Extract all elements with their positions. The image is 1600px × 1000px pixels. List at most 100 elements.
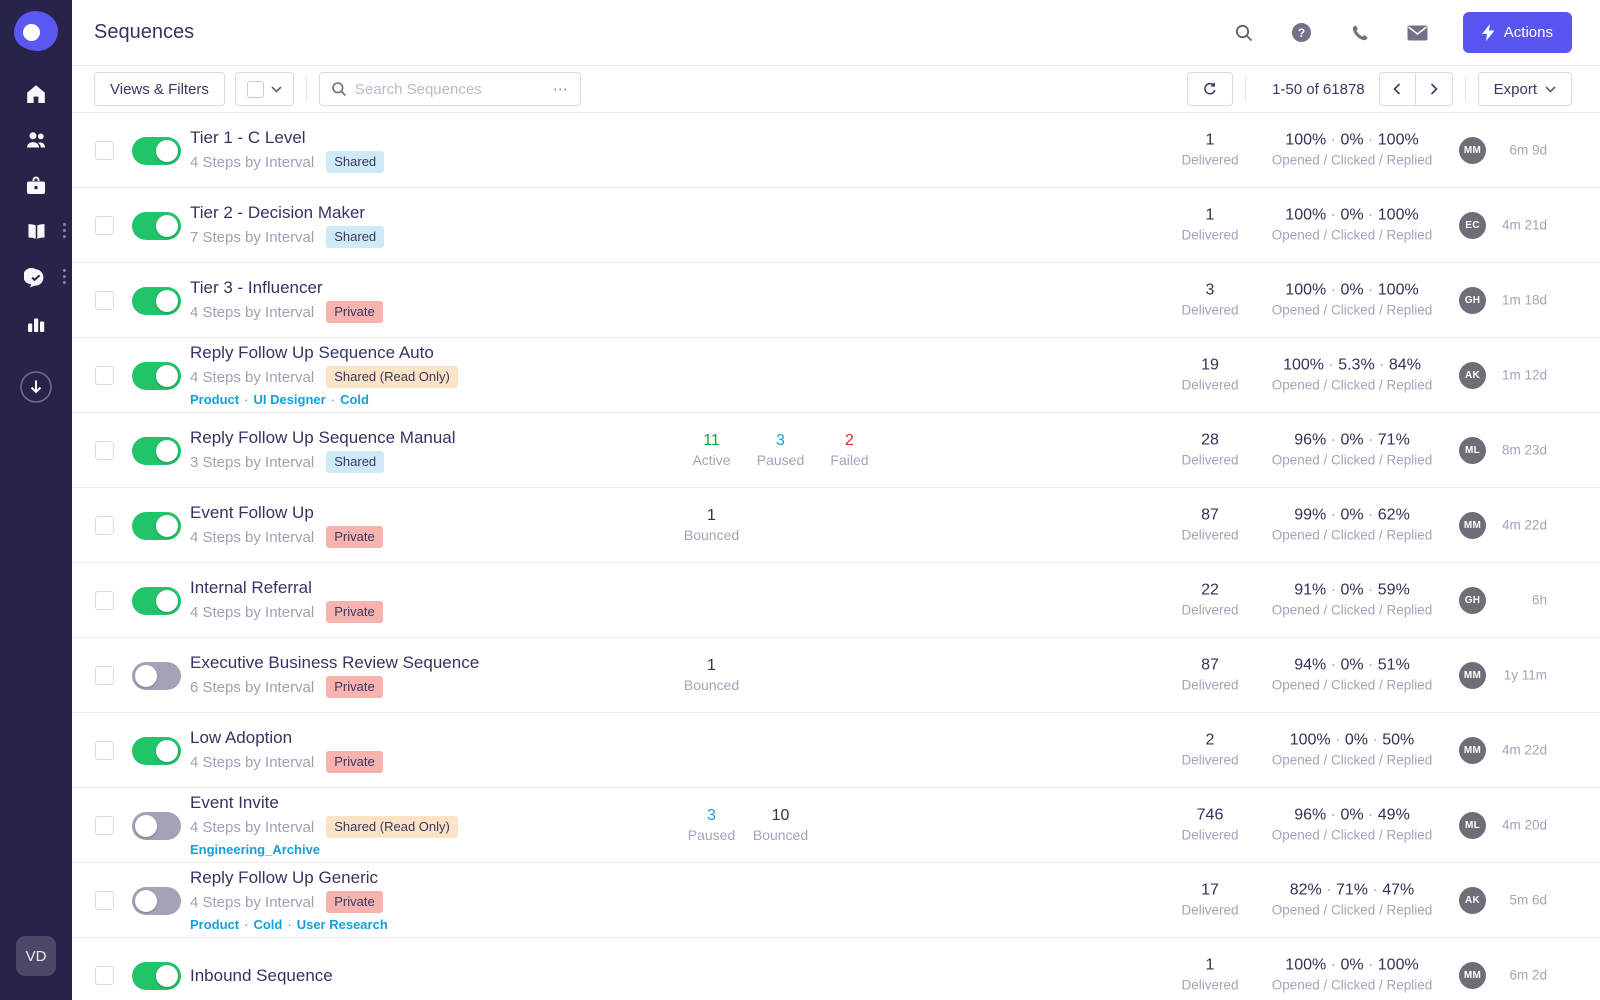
outreach-logo-icon[interactable]: [14, 11, 58, 51]
mail-icon[interactable]: [1407, 22, 1429, 44]
rates-column: 91% · 0% · 59% Opened / Clicked / Replie…: [1242, 581, 1462, 620]
next-page-button[interactable]: [1415, 72, 1453, 106]
visibility-badge: Shared: [326, 451, 385, 473]
refresh-button[interactable]: [1187, 72, 1234, 106]
sequence-name[interactable]: Reply Follow Up Generic: [190, 867, 388, 888]
sidebar-item-people[interactable]: [0, 117, 72, 163]
last-activity: 6m 9d: [1509, 142, 1547, 158]
sequence-name[interactable]: Internal Referral: [190, 577, 383, 598]
download-icon: [20, 371, 52, 403]
row-checkbox[interactable]: [95, 291, 114, 310]
stat-bounced: 10 Bounced: [752, 807, 809, 843]
row-checkbox[interactable]: [95, 966, 114, 985]
row-checkbox[interactable]: [95, 741, 114, 760]
sequence-name[interactable]: Reply Follow Up Sequence Auto: [190, 342, 458, 363]
sequence-table: Tier 1 - C Level 4 Steps by Interval Sha…: [72, 113, 1600, 1000]
sidebar-item-reports[interactable]: [0, 301, 72, 347]
sidebar-item-opportunities[interactable]: [0, 163, 72, 209]
visibility-badge: Private: [326, 751, 383, 773]
rates-column: 100% · 0% · 100% Opened / Clicked / Repl…: [1242, 206, 1462, 245]
sequence-name[interactable]: Reply Follow Up Sequence Manual: [190, 427, 456, 448]
delivered-count: 87: [1201, 656, 1219, 674]
visibility-badge: Shared (Read Only): [326, 366, 458, 388]
export-button[interactable]: Export: [1477, 72, 1572, 106]
sequence-toggle[interactable]: [132, 587, 181, 615]
phone-icon[interactable]: [1349, 22, 1371, 44]
sidebar-item-tasks[interactable]: [0, 255, 72, 301]
chevron-left-icon: [1393, 83, 1401, 95]
user-avatar[interactable]: VD: [16, 936, 56, 976]
row-checkbox[interactable]: [95, 366, 114, 385]
sequence-toggle[interactable]: [132, 512, 181, 540]
sequence-tag[interactable]: Cold: [340, 392, 369, 407]
last-activity: 1y 11m: [1503, 667, 1547, 683]
book-menu-kebab[interactable]: [63, 223, 66, 238]
rates-values: 100% · 5.3% · 84%: [1283, 356, 1421, 374]
delivered-label: Delivered: [1181, 152, 1239, 168]
help-icon[interactable]: ?: [1291, 22, 1313, 44]
sequence-toggle[interactable]: [132, 437, 181, 465]
sidebar-item-content[interactable]: [0, 209, 72, 255]
search-sequences-input[interactable]: [354, 80, 545, 98]
search-icon[interactable]: [1233, 22, 1255, 44]
sequence-name[interactable]: Tier 3 - Influencer: [190, 277, 383, 298]
sidebar-item-home[interactable]: [0, 71, 72, 117]
sequence-tags: Product · Cold · User Research: [190, 917, 388, 933]
tag-separator: ·: [287, 917, 292, 932]
sequence-toggle[interactable]: [132, 287, 181, 315]
sequence-steps: 3 Steps by Interval: [190, 453, 315, 471]
table-row: Event Follow Up 4 Steps by Interval Priv…: [72, 488, 1600, 563]
search-sequences-box[interactable]: ⋯: [318, 72, 581, 106]
sequence-tag[interactable]: User Research: [297, 917, 388, 932]
row-checkbox[interactable]: [95, 516, 114, 535]
actions-button[interactable]: Actions: [1462, 12, 1572, 53]
sequence-name[interactable]: Inbound Sequence: [190, 965, 333, 986]
sequence-name[interactable]: Executive Business Review Sequence: [190, 652, 479, 673]
sequence-toggle[interactable]: [132, 812, 181, 840]
select-all-button[interactable]: [234, 72, 294, 106]
sequence-name[interactable]: Tier 1 - C Level: [190, 127, 384, 148]
sequence-toggle[interactable]: [132, 662, 181, 690]
delivered-label: Delivered: [1181, 527, 1239, 543]
rates-values: 100% · 0% · 100%: [1285, 206, 1419, 224]
sequence-toggle[interactable]: [132, 212, 181, 240]
rates-label: Opened / Clicked / Replied: [1271, 827, 1433, 843]
sequence-name[interactable]: Tier 2 - Decision Maker: [190, 202, 384, 223]
sequence-tag[interactable]: Engineering_Archive: [190, 842, 320, 857]
prev-page-button[interactable]: [1378, 72, 1416, 106]
sequence-name[interactable]: Event Follow Up: [190, 502, 383, 523]
sequence-toggle[interactable]: [132, 137, 181, 165]
sequence-toggle[interactable]: [132, 887, 181, 915]
row-checkbox[interactable]: [95, 141, 114, 160]
views-filters-button[interactable]: Views & Filters: [94, 72, 225, 106]
row-checkbox[interactable]: [95, 441, 114, 460]
sequence-tag[interactable]: Product: [190, 917, 239, 932]
sequence-toggle[interactable]: [132, 362, 181, 390]
stat-failed: 2 Failed: [830, 432, 869, 468]
sequence-tag[interactable]: Cold: [253, 917, 282, 932]
select-all-checkbox[interactable]: [246, 80, 264, 98]
sequence-toggle[interactable]: [132, 737, 181, 765]
row-checkbox[interactable]: [95, 891, 114, 910]
tasks-menu-kebab[interactable]: [63, 269, 66, 284]
row-checkbox[interactable]: [95, 216, 114, 235]
sequence-name[interactable]: Event Invite: [190, 792, 458, 813]
sequence-tags: Engineering_Archive: [190, 842, 458, 858]
rates-column: 100% · 5.3% · 84% Opened / Clicked / Rep…: [1242, 356, 1462, 395]
search-options-dots[interactable]: ⋯: [553, 80, 569, 98]
visibility-badge: Shared: [326, 151, 385, 173]
row-checkbox[interactable]: [95, 666, 114, 685]
delivered-column: 17 Delivered: [1170, 881, 1250, 920]
sequence-tag[interactable]: Product: [190, 392, 239, 407]
sequence-toggle[interactable]: [132, 962, 181, 990]
table-row: Reply Follow Up Sequence Manual 3 Steps …: [72, 413, 1600, 488]
chevron-down-icon: [1545, 85, 1556, 93]
row-checkbox[interactable]: [95, 591, 114, 610]
last-activity: 4m 21d: [1501, 217, 1547, 233]
sequence-tag[interactable]: UI Designer: [253, 392, 325, 407]
rates-column: 100% · 0% · 50% Opened / Clicked / Repli…: [1242, 731, 1462, 770]
sequence-name[interactable]: Low Adoption: [190, 727, 383, 748]
row-checkbox[interactable]: [95, 816, 114, 835]
sidebar-item-download[interactable]: [0, 364, 72, 410]
rates-label: Opened / Clicked / Replied: [1271, 152, 1433, 168]
